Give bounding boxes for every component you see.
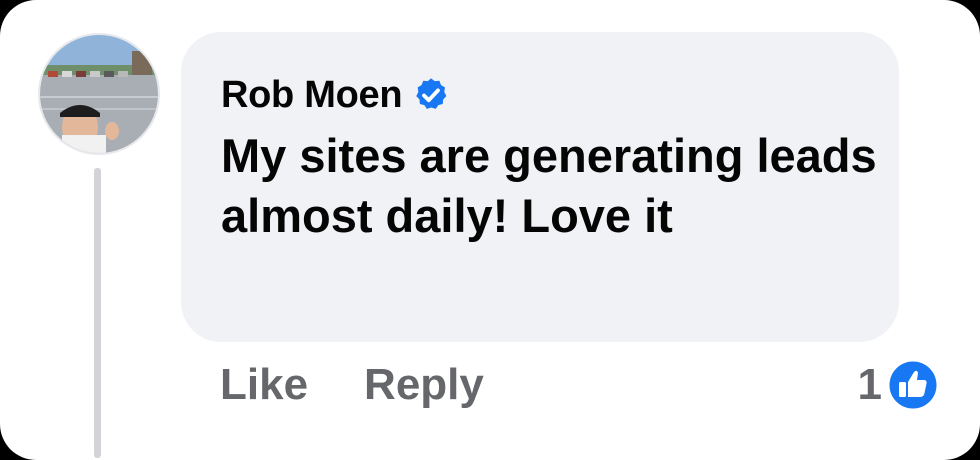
author-row: Rob Moen xyxy=(221,72,869,118)
reply-button[interactable]: Reply xyxy=(364,360,484,410)
verified-badge-icon xyxy=(412,76,450,114)
comment-card: Rob Moen My sites are generating leads a… xyxy=(0,0,980,460)
avatar[interactable] xyxy=(38,33,160,155)
comment-bubble: Rob Moen My sites are generating leads a… xyxy=(181,32,899,342)
comment-actions: Like Reply xyxy=(220,356,484,414)
thumbs-up-icon xyxy=(886,358,940,412)
reaction-count: 1 xyxy=(857,360,882,409)
comment-text: My sites are generating leads almost dai… xyxy=(221,129,877,242)
avatar-photo xyxy=(40,35,158,153)
thread-line xyxy=(94,168,101,458)
reaction-summary[interactable]: 1 xyxy=(858,356,940,414)
author-name[interactable]: Rob Moen xyxy=(221,74,403,117)
like-button[interactable]: Like xyxy=(220,360,308,410)
